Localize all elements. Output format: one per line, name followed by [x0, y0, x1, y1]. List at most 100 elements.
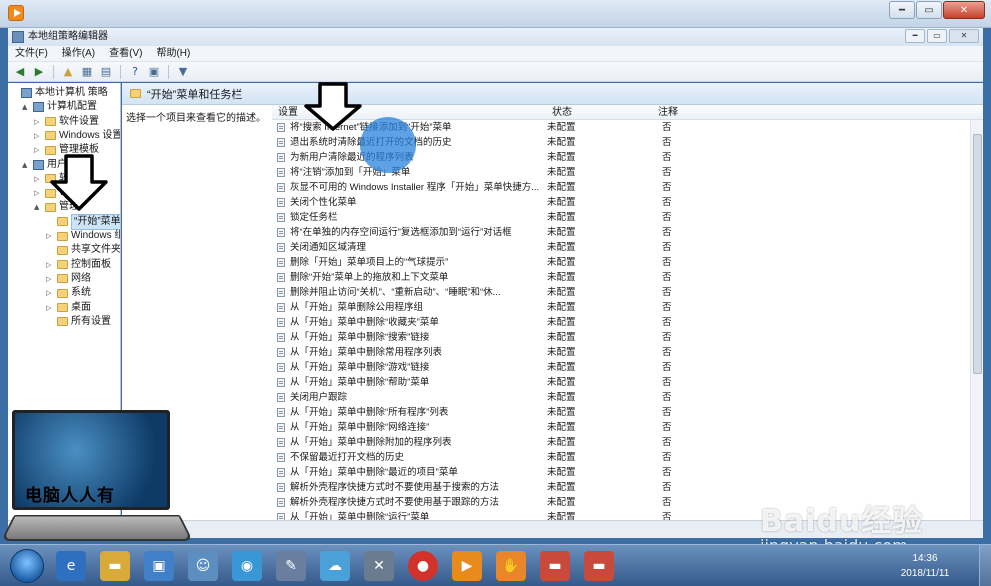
table-row[interactable]: 灰显不可用的 Windows Installer 程序「开始」菜单快捷方... 未… [272, 180, 968, 195]
help-icon[interactable]: ? [127, 64, 143, 80]
tree-item[interactable]: ▷ 软件设置 [34, 115, 99, 129]
policy-setting-icon [277, 303, 285, 312]
inner-window-controls: ━ ▭ ✕ [905, 29, 979, 43]
section-header: “开始”菜单和任务栏 [122, 83, 983, 105]
toolbox-icon[interactable]: ▬ [540, 551, 570, 581]
vertical-scrollbar[interactable] [970, 120, 983, 520]
menu-view[interactable]: 查看(V) [102, 46, 149, 61]
close-button[interactable]: ✕ [943, 1, 985, 19]
app-icon[interactable]: ☺ [188, 551, 218, 581]
table-row[interactable]: 从「开始」菜单中删除“所有程序”列表 未配置 否 [272, 405, 968, 420]
minimize-button[interactable]: ━ [889, 1, 915, 19]
tree-item[interactable]: ▲ 计算机配置 [22, 100, 97, 114]
tree-item[interactable]: ▷ Windows 组 [46, 229, 120, 243]
ie-icon[interactable]: e [56, 551, 86, 581]
table-row[interactable]: 不保留最近打开文档的历史 未配置 否 [272, 450, 968, 465]
setting-state: 未配置 [547, 152, 576, 163]
table-row[interactable]: 从「开始」菜单中删除“帮助”菜单 未配置 否 [272, 375, 968, 390]
setting-note: 否 [662, 122, 672, 133]
toolbox-icon[interactable]: ▬ [584, 551, 614, 581]
back-arrow-icon[interactable]: ◀ [12, 64, 28, 80]
properties-icon[interactable]: ▣ [146, 64, 162, 80]
show-tree-icon[interactable]: ▦ [79, 64, 95, 80]
paint-icon[interactable]: ✎ [276, 551, 306, 581]
tools-icon[interactable]: ✕ [364, 551, 394, 581]
expand-toggle-icon[interactable]: ▷ [34, 115, 42, 129]
table-row[interactable]: 删除「开始」菜单项目上的“气球提示” 未配置 否 [272, 255, 968, 270]
setting-name: 灰显不可用的 Windows Installer 程序「开始」菜单快捷方... [290, 182, 540, 193]
table-row[interactable]: 删除并阻止访问“关机”、“重新启动”、“睡眠”和“休... 未配置 否 [272, 285, 968, 300]
node-icon [21, 88, 32, 98]
cloud-icon[interactable]: ☁ [320, 551, 350, 581]
chess-icon[interactable]: ● [408, 551, 438, 581]
expand-toggle-icon[interactable]: ▲ [22, 100, 30, 114]
tree-item-label: 计算机配置 [47, 101, 97, 113]
table-row[interactable]: 解析外壳程序快捷方式时不要使用基于搜索的方法 未配置 否 [272, 480, 968, 495]
table-row[interactable]: 关闭用户跟踪 未配置 否 [272, 390, 968, 405]
inner-minimize-button[interactable]: ━ [905, 29, 925, 43]
tray-clock[interactable]: 14:36 2018/11/11 [895, 551, 955, 581]
table-row[interactable]: 关闭个性化菜单 未配置 否 [272, 195, 968, 210]
show-desktop-button[interactable] [979, 545, 991, 586]
expand-toggle-icon[interactable]: ▷ [34, 129, 42, 143]
column-header-setting[interactable]: 设置 [278, 105, 298, 120]
table-row[interactable]: 从「开始」菜单中删除“游戏”链接 未配置 否 [272, 360, 968, 375]
table-row[interactable]: 从「开始」菜单中删除“收藏夹”菜单 未配置 否 [272, 315, 968, 330]
table-row[interactable]: 从「开始」菜单中删除常用程序列表 未配置 否 [272, 345, 968, 360]
table-row[interactable]: 从「开始」菜单中删除“网络连接” 未配置 否 [272, 420, 968, 435]
start-button[interactable] [10, 549, 44, 583]
policy-setting-icon [277, 348, 285, 357]
setting-state: 未配置 [547, 422, 576, 433]
tree-item[interactable]: ▷ Windows 设置 [34, 129, 120, 143]
tree-item[interactable]: 共享文件夹 [46, 243, 120, 257]
table-row[interactable]: 将“在单独的内存空间运行”复选框添加到“运行”对话框 未配置 否 [272, 225, 968, 240]
folder-icon [57, 288, 68, 298]
tree-item[interactable]: ▷ 网络 [46, 272, 91, 286]
expand-toggle-icon[interactable]: ▲ [34, 200, 42, 214]
hand-icon[interactable]: ✋ [496, 551, 526, 581]
export-list-icon[interactable]: ▤ [98, 64, 114, 80]
setting-state: 未配置 [547, 227, 576, 238]
tree-item[interactable]: ▷ 系统 [46, 286, 91, 300]
expand-toggle-icon[interactable]: ▷ [46, 286, 54, 300]
menu-help[interactable]: 帮助(H) [149, 46, 197, 61]
table-row[interactable]: 删除“开始”菜单上的拖放和上下文菜单 未配置 否 [272, 270, 968, 285]
menu-file[interactable]: 文件(F) [8, 46, 55, 61]
scrollbar-thumb[interactable] [973, 134, 982, 374]
column-header-state[interactable]: 状态 [552, 105, 572, 120]
column-header-note[interactable]: 注释 [658, 105, 678, 120]
filter-icon[interactable]: ▼ [175, 64, 191, 80]
expand-toggle-icon[interactable]: ▷ [46, 258, 54, 272]
explorer-icon[interactable]: ▬ [100, 551, 130, 581]
player-icon[interactable]: ▶ [452, 551, 482, 581]
down-arrow-icon [50, 154, 108, 211]
inner-restore-button[interactable]: ▭ [927, 29, 947, 43]
table-row[interactable]: 从「开始」菜单中删除附加的程序列表 未配置 否 [272, 435, 968, 450]
tree-item[interactable]: ▷ 桌面 [46, 301, 91, 315]
restore-button[interactable]: ▭ [916, 1, 942, 19]
up-folder-icon[interactable]: ▲ [60, 64, 76, 80]
expand-toggle-icon[interactable]: ▲ [22, 158, 30, 172]
expand-toggle-icon[interactable]: ▷ [34, 172, 42, 186]
expand-toggle-icon[interactable]: ▷ [34, 186, 42, 200]
table-row[interactable]: 从「开始」菜单中删除“搜索”链接 未配置 否 [272, 330, 968, 345]
tree-item[interactable]: 所有设置 [46, 315, 111, 329]
tree-item[interactable]: “开始”菜单 [46, 213, 120, 230]
chat-icon[interactable]: ◉ [232, 551, 262, 581]
expand-toggle-icon[interactable]: ▷ [34, 143, 42, 157]
tree-item[interactable]: ▷ 控制面板 [46, 258, 111, 272]
expand-toggle-icon[interactable]: ▷ [46, 272, 54, 286]
menu-action[interactable]: 操作(A) [55, 46, 102, 61]
table-row[interactable]: 锁定任务栏 未配置 否 [272, 210, 968, 225]
forward-arrow-icon[interactable]: ▶ [31, 64, 47, 80]
expand-toggle-icon[interactable]: ▷ [46, 229, 54, 243]
folder-icon [45, 131, 56, 141]
table-row[interactable]: 关闭通知区域清理 未配置 否 [272, 240, 968, 255]
table-row[interactable]: 从「开始」菜单删除公用程序组 未配置 否 [272, 300, 968, 315]
table-row[interactable]: 从「开始」菜单中删除“最近的项目”菜单 未配置 否 [272, 465, 968, 480]
policy-setting-icon [277, 153, 285, 162]
inner-close-button[interactable]: ✕ [949, 29, 979, 43]
expand-toggle-icon[interactable]: ▷ [46, 301, 54, 315]
window-icon[interactable]: ▣ [144, 551, 174, 581]
tree-item[interactable]: 本地计算机 策略 [10, 86, 108, 100]
